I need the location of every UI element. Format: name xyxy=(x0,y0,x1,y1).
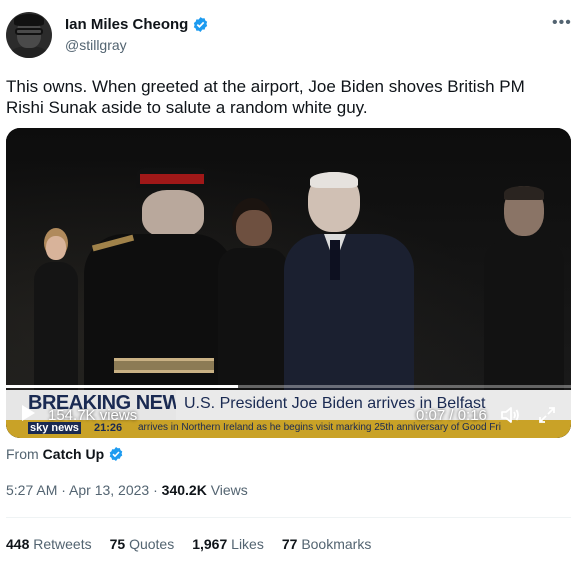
likes-stat[interactable]: 1,967 Likes xyxy=(192,536,264,552)
person-figure xyxy=(218,198,288,390)
divider xyxy=(6,517,571,518)
person-figure xyxy=(84,168,234,390)
source-prefix: From xyxy=(6,446,39,462)
play-icon xyxy=(22,405,35,421)
fullscreen-icon xyxy=(539,407,555,423)
views-count: 340.2K xyxy=(161,482,207,498)
video-frame: BREAKING NEWS U.S. President Joe Biden a… xyxy=(6,128,571,438)
more-options-button[interactable]: ••• xyxy=(552,14,572,32)
retweets-stat[interactable]: 448 Retweets xyxy=(6,536,92,552)
play-button[interactable] xyxy=(20,404,36,426)
person-figure xyxy=(34,228,78,390)
progress-fill xyxy=(6,385,238,388)
time-display: 0:07 / 0:16 xyxy=(416,407,487,424)
author-name-row[interactable]: Ian Miles Cheong xyxy=(65,16,209,33)
fullscreen-button[interactable] xyxy=(538,406,556,428)
tweet-meta: 5:27 AM · Apr 13, 2023 · 340.2K Views xyxy=(6,482,248,498)
video-player[interactable]: BREAKING NEWS U.S. President Joe Biden a… xyxy=(6,128,571,438)
verified-badge-icon xyxy=(109,447,123,461)
media-source: From Catch Up xyxy=(6,446,124,462)
engagement-stats: 448 Retweets 75 Quotes 1,967 Likes 77 Bo… xyxy=(6,536,371,552)
more-horizontal-icon: ••• xyxy=(552,14,572,31)
person-figure xyxy=(284,172,414,390)
author-avatar[interactable] xyxy=(6,12,52,58)
verified-badge-icon xyxy=(194,17,208,32)
source-name[interactable]: Catch Up xyxy=(43,446,104,462)
quotes-stat[interactable]: 75 Quotes xyxy=(110,536,175,552)
bookmarks-stat[interactable]: 77 Bookmarks xyxy=(282,536,372,552)
author-handle[interactable]: @stillgray xyxy=(65,37,127,53)
volume-icon xyxy=(501,407,519,423)
timestamp[interactable]: 5:27 AM · Apr 13, 2023 · xyxy=(6,482,162,498)
volume-button[interactable] xyxy=(500,406,520,428)
tweet-text: This owns. When greeted at the airport, … xyxy=(6,77,525,117)
author-name[interactable]: Ian Miles Cheong xyxy=(65,16,188,33)
person-figure xyxy=(484,186,564,390)
view-count: 154.7K views xyxy=(48,407,138,424)
views-label: Views xyxy=(206,482,248,498)
